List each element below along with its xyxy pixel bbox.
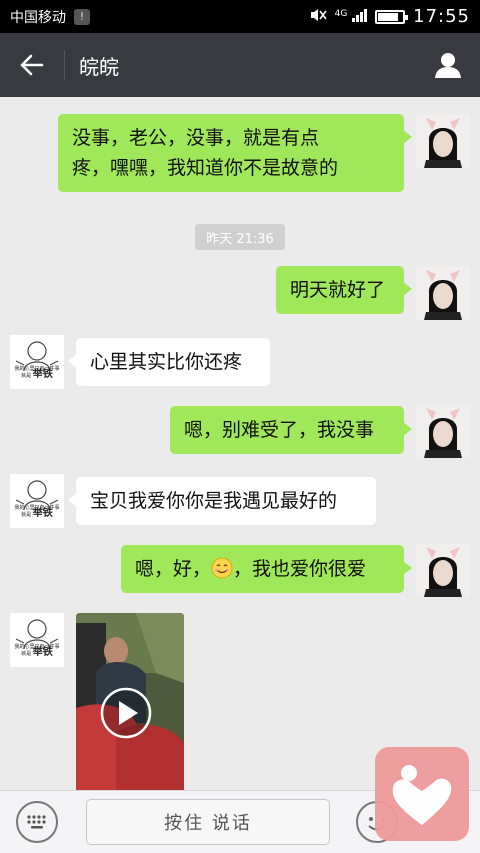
clock: 17:55 <box>413 6 470 27</box>
heart-person-icon <box>392 765 452 825</box>
back-button[interactable] <box>0 33 64 97</box>
message-bubble-sent[interactable]: 明天就好了 <box>276 266 412 314</box>
message-text: 心里其实比你还疼 <box>90 351 243 373</box>
timestamp: 昨天 21:36 <box>195 224 285 250</box>
message-bubble-received[interactable]: 宝贝我爱你你是我遇见最好的 <box>68 477 376 525</box>
carrier-label: 中国移动 <box>10 9 66 26</box>
contact-avatar[interactable]: 我的心里只有一件事 就是 举铁 <box>10 613 64 667</box>
floating-heart-widget[interactable] <box>375 747 469 841</box>
arrow-left-icon <box>20 54 44 76</box>
message-text-part: 嗯，好， <box>135 558 212 580</box>
status-bar: 中国移动 ! 4G 17:55 <box>0 0 480 33</box>
avatar-caption: 就是 <box>21 373 32 379</box>
network-type: 4G <box>334 8 348 19</box>
message-bubble-sent[interactable]: 没事，老公，没事，就是有点 疼，嘿嘿，我知道你不是故意的 <box>58 114 412 192</box>
my-avatar[interactable] <box>416 266 470 320</box>
keyboard-toggle-button[interactable] <box>16 801 58 843</box>
chat-title: 皖皖 <box>79 54 119 79</box>
chat-header: 皖皖 <box>0 33 480 97</box>
message-text-part: ，我也爱你很爱 <box>233 558 367 580</box>
avatar-name: 举铁 <box>32 647 53 658</box>
smile-emoji-icon <box>211 557 233 579</box>
keyboard-icon <box>27 815 46 829</box>
avatar-name: 举铁 <box>32 508 53 519</box>
signal-icon: 4G <box>334 8 368 26</box>
contact-avatar[interactable]: 我的心里只有一件事 就是 举铁 <box>10 474 64 528</box>
hold-to-talk-button[interactable]: 按住 说话 <box>86 799 330 845</box>
message-bubble-sent[interactable]: 嗯，好， ，我也爱你很爱 <box>121 545 412 593</box>
message-bubble-sent[interactable]: 嗯，别难受了，我没事 <box>170 406 412 454</box>
message-text: 明天就好了 <box>290 279 386 301</box>
avatar-name: 举铁 <box>32 369 53 380</box>
nav-divider <box>64 50 65 80</box>
video-message[interactable] <box>76 613 184 790</box>
message-text: 嗯，别难受了，我没事 <box>184 419 375 441</box>
message-bubble-received[interactable]: 心里其实比你还疼 <box>68 338 270 386</box>
my-avatar[interactable] <box>416 404 470 458</box>
message-text: 宝贝我爱你你是我遇见最好的 <box>90 490 338 512</box>
message-text: 嗯，好， ，我也爱你很爱 <box>135 554 390 584</box>
my-avatar[interactable] <box>416 543 470 597</box>
avatar-caption: 就是 <box>21 512 32 518</box>
contact-avatar[interactable]: 我的心里只有一件事 就是 举铁 <box>10 335 64 389</box>
notification-icon: ! <box>74 8 90 25</box>
message-text: 没事，老公，没事，就是有点 <box>72 127 320 149</box>
avatar-caption: 就是 <box>21 651 32 657</box>
mute-icon <box>309 7 327 27</box>
person-icon <box>435 53 461 78</box>
battery-icon <box>375 9 409 24</box>
message-text: 疼，嘿嘿，我知道你不是故意的 <box>72 157 339 179</box>
my-avatar[interactable] <box>416 114 470 168</box>
message-list[interactable]: 没事，老公，没事，就是有点 疼，嘿嘿，我知道你不是故意的 昨天 21:36 明天… <box>0 97 480 790</box>
profile-button[interactable] <box>416 33 480 97</box>
